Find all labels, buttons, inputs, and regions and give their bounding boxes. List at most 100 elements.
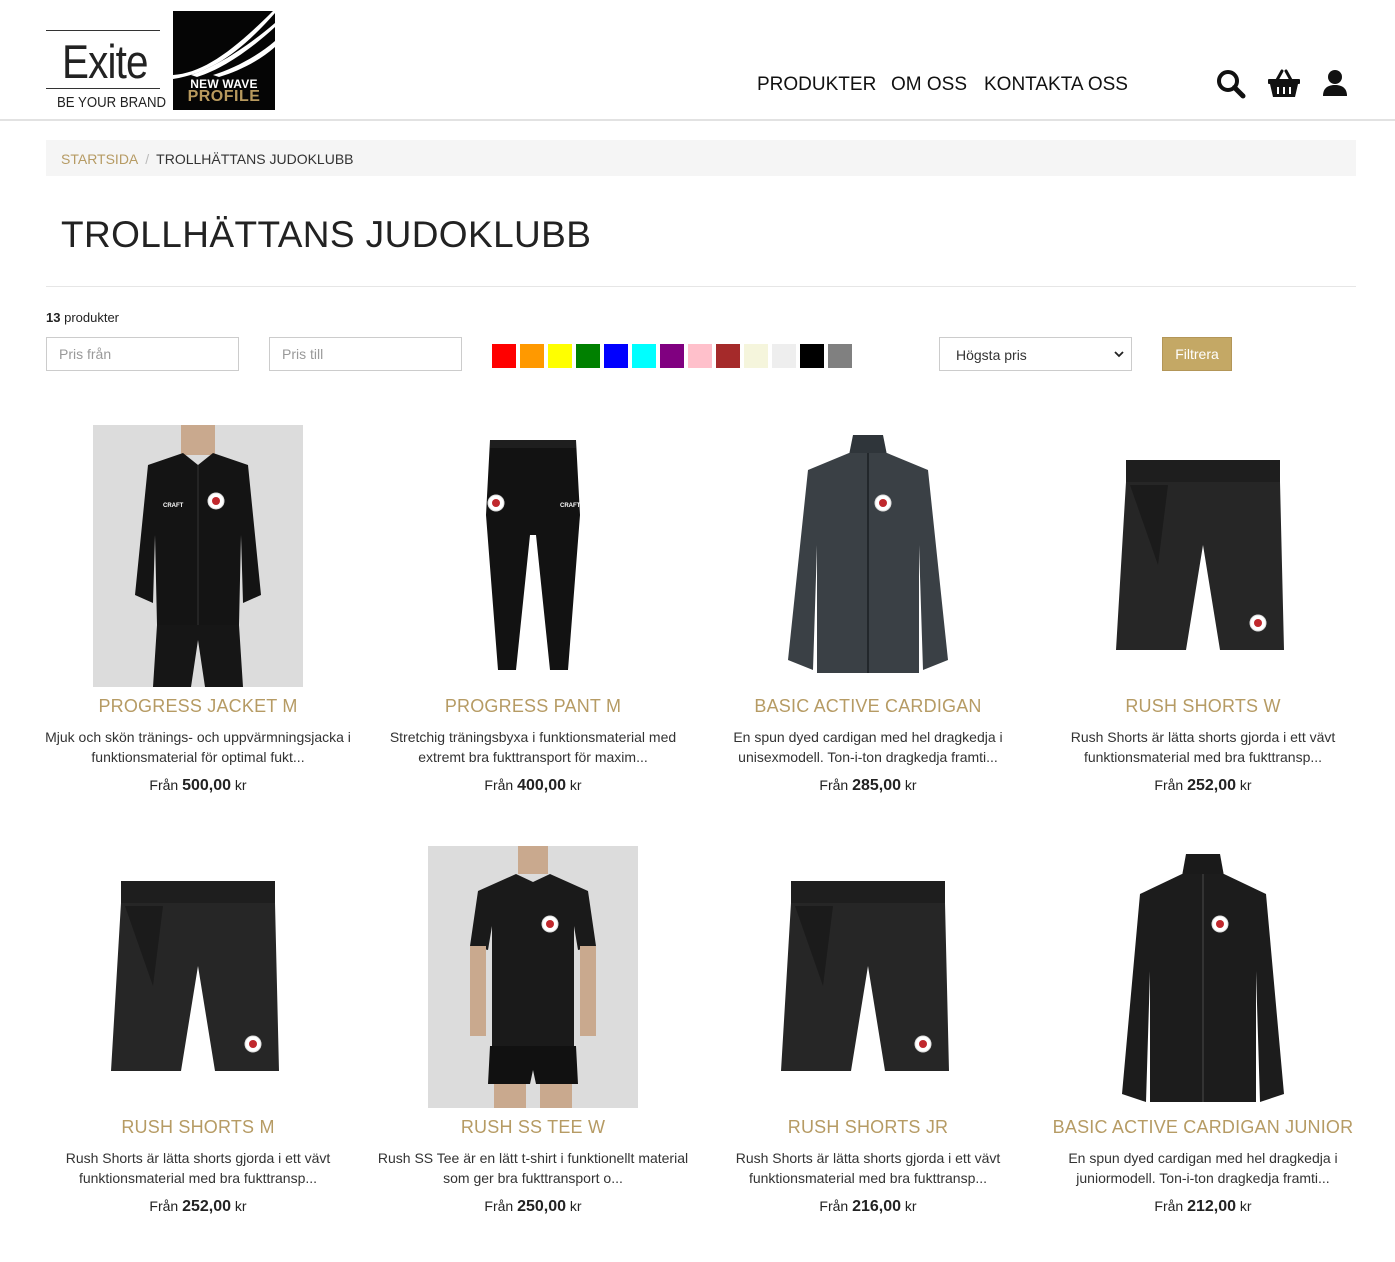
price-amount: 212,00 [1187,1198,1237,1215]
product-name[interactable]: BASIC ACTIVE CARDIGAN [693,696,1043,717]
divider [46,286,1356,287]
product-photo[interactable] [1098,846,1308,1108]
product-price: Från 212,00 kr [1038,1198,1368,1216]
product-price: Från 285,00 kr [703,777,1033,795]
product-description: Rush Shorts är lätta shorts gjorda i ett… [735,1150,1001,1186]
price-prefix: Från [149,777,179,793]
product-name[interactable]: RUSH SHORTS W [1028,696,1378,717]
price-currency: kr [904,777,917,793]
product-price: Från 216,00 kr [703,1198,1033,1216]
price-from-input[interactable] [46,337,239,371]
product-photo[interactable] [93,846,303,1108]
product-image[interactable] [93,846,303,1108]
price-currency: kr [234,1198,247,1214]
nav-produkter[interactable]: PRODUKTER [757,74,876,96]
price-prefix: Från [1154,1198,1184,1214]
price-amount: 252,00 [182,1198,232,1215]
logo-text-bottom: PROFILE [187,88,261,105]
breadcrumb: STARTSIDA / TROLLHÄTTANS JUDOKLUBB [46,140,1356,176]
price-prefix: Från [484,1198,514,1214]
logo-divider [46,30,160,31]
chevron-down-icon [1114,351,1124,358]
product-price: Från 252,00 kr [1038,777,1368,795]
sort-selected-value: Högsta pris [956,347,1027,363]
price-amount: 250,00 [517,1198,567,1215]
product-photo[interactable] [763,846,973,1108]
price-prefix: Från [819,777,849,793]
site-header: Exite BE YOUR BRAND NEW WAVE PROFILE PRO… [0,0,1395,121]
product-image[interactable]: CRAFT [428,425,638,687]
price-currency: kr [904,1198,917,1214]
product-description: Mjuk och skön tränings- och uppvärmnings… [45,729,351,765]
product-description: Rush Shorts är lätta shorts gjorda i ett… [1070,729,1336,765]
product-image[interactable] [428,846,638,1108]
product-name[interactable]: PROGRESS PANT M [358,696,708,717]
color-swatch[interactable] [716,344,740,368]
nav-kontakta-oss[interactable]: KONTAKTA OSS [984,74,1128,96]
exite-logo[interactable]: Exite BE YOUR BRAND [46,30,166,112]
product-photo[interactable]: CRAFT [93,425,303,687]
filter-button[interactable]: Filtrera [1162,337,1232,371]
product-price: Från 250,00 kr [368,1198,698,1216]
product-price: Från 500,00 kr [33,777,363,795]
product-image[interactable] [763,425,973,687]
product-description: En spun dyed cardigan med hel dragkedja … [1068,1150,1338,1186]
color-swatch[interactable] [520,344,544,368]
price-currency: kr [234,777,247,793]
color-swatch[interactable] [800,344,824,368]
price-amount: 252,00 [1187,777,1237,794]
product-description: Stretchig träningsbyxa i funktionsmateri… [389,729,677,765]
price-currency: kr [1239,777,1252,793]
product-count: 13 produkter [46,310,119,325]
color-swatch[interactable] [632,344,656,368]
product-price: Från 400,00 kr [368,777,698,795]
color-swatch[interactable] [688,344,712,368]
logo-divider [46,88,160,89]
product-name[interactable]: RUSH SHORTS M [23,1117,373,1138]
price-prefix: Från [1154,777,1184,793]
price-prefix: Från [819,1198,849,1214]
color-swatch[interactable] [660,344,684,368]
price-amount: 216,00 [852,1198,902,1215]
color-swatch[interactable] [828,344,852,368]
logo-tagline: BE YOUR BRAND [57,94,167,111]
color-swatch[interactable] [492,344,516,368]
logo-word: Exite [62,35,148,88]
color-swatch[interactable] [744,344,768,368]
product-photo[interactable] [1098,425,1308,687]
product-photo[interactable] [763,425,973,687]
price-prefix: Från [484,777,514,793]
price-amount: 400,00 [517,777,567,794]
product-photo[interactable]: CRAFT [428,425,638,687]
user-icon[interactable] [1321,68,1353,100]
product-price: Från 252,00 kr [33,1198,363,1216]
product-count-number: 13 [46,310,61,325]
product-name[interactable]: RUSH SHORTS JR [693,1117,1043,1138]
price-currency: kr [569,777,582,793]
color-swatch[interactable] [604,344,628,368]
product-name[interactable]: RUSH SS TEE W [358,1117,708,1138]
product-image[interactable] [763,846,973,1108]
product-photo[interactable] [428,846,638,1108]
new-wave-profile-logo[interactable]: NEW WAVE PROFILE [173,11,275,110]
svg-text:CRAFT: CRAFT [560,503,581,509]
breadcrumb-home[interactable]: STARTSIDA [61,151,138,167]
product-image[interactable]: CRAFT [93,425,303,687]
color-swatch[interactable] [548,344,572,368]
price-to-input[interactable] [269,337,462,371]
color-swatch[interactable] [576,344,600,368]
product-image[interactable] [1098,846,1308,1108]
search-icon[interactable] [1215,68,1247,100]
price-prefix: Från [149,1198,179,1214]
sort-select[interactable]: Högsta pris [939,337,1132,371]
nav-om-oss[interactable]: OM OSS [891,74,967,96]
breadcrumb-current: TROLLHÄTTANS JUDOKLUBB [156,151,354,167]
product-name[interactable]: PROGRESS JACKET M [23,696,373,717]
color-swatch[interactable] [772,344,796,368]
basket-icon[interactable] [1267,68,1300,100]
product-description: Rush SS Tee är en lätt t-shirt i funktio… [377,1150,689,1186]
product-name[interactable]: BASIC ACTIVE CARDIGAN JUNIOR [1028,1117,1378,1138]
svg-text:CRAFT: CRAFT [163,503,184,509]
price-currency: kr [1239,1198,1252,1214]
product-image[interactable] [1098,425,1308,687]
